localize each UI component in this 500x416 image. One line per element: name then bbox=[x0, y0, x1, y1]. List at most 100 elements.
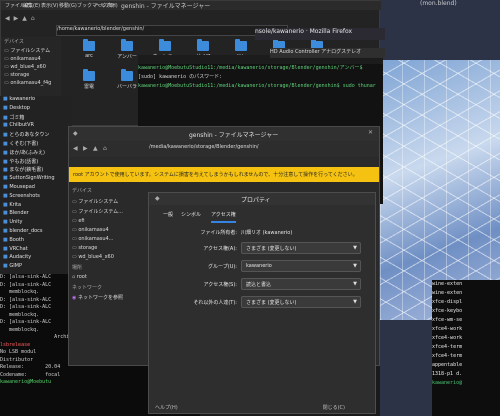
others-label: それ以外の人達(T): bbox=[193, 300, 237, 306]
tab-emblems[interactable]: シンボル bbox=[181, 211, 201, 221]
sidebar-item-label: ファイルシステム... bbox=[78, 208, 123, 215]
sidebar-item[interactable]: ▭ onikamasu4... bbox=[69, 234, 137, 243]
group-dropdown[interactable]: kawanerio ▼ bbox=[241, 260, 361, 272]
sidebar-item[interactable]: ▭ onikamasu4_f4g bbox=[1, 79, 61, 87]
place-item[interactable]: ■ Mousepad bbox=[0, 184, 72, 193]
menu-item[interactable]: 編集(E) bbox=[23, 2, 40, 9]
sidebar-item[interactable]: ▭ storage bbox=[1, 71, 61, 79]
place-label: GIMP bbox=[9, 263, 23, 270]
back-icon[interactable]: ◀ bbox=[73, 145, 78, 152]
place-label: Desktop bbox=[9, 104, 30, 111]
up-icon[interactable]: ▲ bbox=[22, 15, 27, 23]
window-title: genshin - ファイルマネージャー bbox=[121, 3, 211, 10]
terminal-line: xfce-wm-se bbox=[432, 317, 463, 323]
place-item[interactable]: ■ Unity bbox=[0, 219, 72, 228]
back-icon[interactable]: ◀ bbox=[5, 15, 10, 23]
folder-label: arc bbox=[85, 53, 93, 59]
folder-item[interactable]: 雷電 bbox=[71, 69, 107, 99]
sidebar-item-label: storage bbox=[10, 72, 30, 78]
group-label: グループ(U): bbox=[208, 264, 237, 270]
fm2-title-text: genshin - ファイルマネージャー bbox=[189, 132, 279, 139]
terminal-line: xfce4-term bbox=[432, 344, 463, 350]
close-icon[interactable]: ✕ bbox=[368, 129, 373, 136]
sidebar-item[interactable]: ◉ ネットワークを参照 bbox=[69, 292, 137, 302]
sidebar-item[interactable]: ▭ onikamasu4 bbox=[69, 225, 137, 234]
place-item[interactable]: ■ Booth bbox=[0, 237, 72, 246]
place-label: Blender bbox=[9, 210, 29, 217]
others-dropdown[interactable]: さまざま (変更しない) ▼ bbox=[241, 296, 361, 308]
folder-label: 雷電 bbox=[83, 84, 94, 90]
sidebar-item-label: onikamasu4... bbox=[78, 235, 114, 242]
place-item[interactable]: ■ くそむ(下書) bbox=[0, 140, 72, 149]
sidebar-item[interactable]: ▭ storage bbox=[69, 243, 137, 252]
sidebar-item-label: storage bbox=[78, 244, 98, 251]
sidebar-item[interactable]: ▭ efi bbox=[69, 216, 137, 225]
place-label: とらのあなタウン bbox=[9, 132, 50, 139]
path-input[interactable]: /home/kawanerio/blender/genshin/ bbox=[56, 25, 288, 36]
home-icon[interactable]: ⌂ bbox=[31, 15, 35, 23]
place-item[interactable]: ■ まなが(鋏毛書) bbox=[0, 166, 72, 175]
place-item[interactable]: ■ VRChat bbox=[0, 246, 72, 255]
place-item[interactable]: ■ ほか/あ(ふみえ) bbox=[0, 149, 72, 158]
root-warning: root アカウントで使用しています。システムに損害を与えてしまうかもしれません… bbox=[69, 167, 379, 182]
forward-icon[interactable]: ▶ bbox=[14, 15, 19, 23]
sidebar-item[interactable]: ▭ onikamasu4 bbox=[1, 55, 61, 63]
sidebar-item[interactable]: ▭ ファイルシステム bbox=[1, 46, 61, 55]
access-dropdown[interactable]: さまざま (変更しない) ▼ bbox=[241, 242, 361, 254]
place-label: Booth bbox=[9, 236, 25, 243]
place-item[interactable]: ■ Audacity bbox=[0, 254, 72, 263]
sidebar-item[interactable]: ▭ ファイルシステム bbox=[69, 196, 137, 206]
tab-permissions[interactable]: アクセス権 bbox=[211, 211, 236, 223]
place-item[interactable]: ■ SuttonSignWriting bbox=[0, 175, 72, 184]
place-item[interactable]: ■ blender_docs bbox=[0, 228, 72, 237]
place-item[interactable]: ■ Blender bbox=[0, 210, 72, 219]
sidebar-item[interactable]: ▭ wd_blue4_x60 bbox=[1, 63, 61, 71]
right-terminal: wine-exten wine-exten xfce-displ xfce-keybo… bbox=[432, 280, 500, 416]
place-item[interactable]: ■ ChilbutVR bbox=[0, 122, 72, 131]
menu-item[interactable]: 表示(V) bbox=[41, 2, 58, 9]
sidebar-item[interactable]: ▭ ファイルシステム... bbox=[69, 206, 137, 216]
place-item[interactable]: ■ GIMP bbox=[0, 263, 72, 272]
home-icon[interactable]: ⌂ bbox=[103, 145, 107, 152]
menu-item[interactable]: ヘルプ(H) bbox=[95, 2, 118, 9]
group-value: kawanerio bbox=[246, 263, 272, 269]
place-item[interactable]: ■ ゴミ箱 bbox=[0, 114, 72, 123]
close-button[interactable]: 閉じる(C) bbox=[323, 404, 345, 411]
place-item[interactable]: ■ Krita bbox=[0, 202, 72, 211]
sidebar-item[interactable]: ▭ wd_blue4_x60 bbox=[69, 252, 137, 261]
window-menu-icon[interactable]: ◆ bbox=[73, 130, 78, 137]
sidebar-item[interactable]: ⌂ root bbox=[69, 272, 137, 281]
terminal-line: xfce4-work bbox=[432, 335, 463, 341]
audio-output: HD Audio Controller アナログステレオ bbox=[270, 48, 385, 58]
terminal-line: appentable bbox=[432, 362, 463, 368]
sidebar-item-label: root bbox=[76, 273, 87, 280]
forward-icon[interactable]: ▶ bbox=[83, 145, 88, 152]
help-button[interactable]: ヘルプ(H) bbox=[155, 404, 178, 411]
folder-item[interactable]: arc bbox=[71, 39, 107, 69]
sidebar-item-label: wd_blue4_x60 bbox=[10, 64, 46, 70]
dialog-menu-icon[interactable]: ◆ bbox=[155, 195, 160, 202]
access-value: さまざま (変更しない) bbox=[246, 246, 297, 252]
fm2-path[interactable]: /media/kawanerio/storage/Blender/genshin… bbox=[149, 144, 289, 154]
tab-general[interactable]: 一般 bbox=[163, 211, 173, 221]
terminal-line: xfce-displ bbox=[432, 299, 463, 305]
place-label: Screenshots bbox=[9, 192, 40, 199]
place-item[interactable]: ■ kawanerio bbox=[0, 96, 72, 105]
up-icon[interactable]: ▲ bbox=[93, 145, 98, 152]
sidebar-item-label: wd_blue4_x60 bbox=[78, 253, 114, 260]
place-item[interactable]: ■ Screenshots bbox=[0, 193, 72, 202]
place-item[interactable]: ■ Desktop bbox=[0, 105, 72, 114]
place-item[interactable]: ■ とらのあなタウン bbox=[0, 131, 72, 140]
chevron-down-icon: ▼ bbox=[353, 245, 357, 251]
fm2-titlebar: genshin - ファイルマネージャー ◆ ✕ bbox=[69, 127, 379, 141]
folder-icon bbox=[83, 39, 95, 51]
place-label: ChilbutVR bbox=[9, 122, 34, 129]
place-item[interactable]: ■ やもお(話書) bbox=[0, 158, 72, 167]
group-access-dropdown[interactable]: 読込と書込 ▼ bbox=[241, 278, 361, 290]
place-label: まなが(鋏毛書) bbox=[9, 167, 44, 174]
folder-icon bbox=[121, 69, 133, 81]
access-label: アクセス権(A): bbox=[203, 246, 237, 252]
sidebar-item-label: onikamasu4 bbox=[10, 56, 41, 62]
menu-item[interactable]: 移動(G) bbox=[59, 2, 77, 9]
chevron-down-icon: ▼ bbox=[353, 263, 357, 269]
